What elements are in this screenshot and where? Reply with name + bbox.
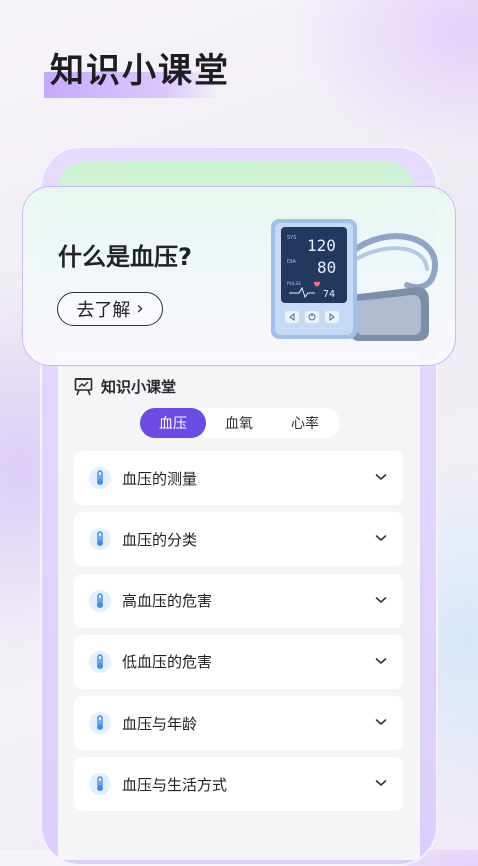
list-item-label: 血压的分类: [122, 530, 198, 549]
chevron-down-icon[interactable]: [375, 471, 387, 483]
list-item-hypotension-harm[interactable]: 低血压的危害: [74, 634, 403, 689]
section-title: 知识小课堂: [101, 378, 177, 396]
hero-card[interactable]: 什么是血压? 去了解 › SYS 120 DIA 80 PULSE 74: [22, 186, 456, 366]
list-item-bp-lifestyle[interactable]: 血压与生活方式: [74, 757, 403, 812]
monitor-pulse-label: PULSE: [287, 281, 301, 287]
list-item-bp-measurement[interactable]: 血压的测量: [74, 451, 403, 505]
thermometer-icon: [89, 650, 111, 673]
chevron-down-icon[interactable]: [375, 532, 387, 544]
chevron-down-icon[interactable]: [375, 716, 387, 728]
blood-pressure-monitor-illustration: SYS 120 DIA 80 PULSE 74: [271, 219, 439, 341]
thermometer-icon: [89, 528, 111, 551]
monitor-sys-label: SYS: [287, 235, 296, 241]
learn-more-label: 去了解: [76, 300, 131, 321]
list-item-label: 高血压的危害: [122, 592, 213, 611]
list-item-bp-classification[interactable]: 血压的分类: [74, 512, 403, 567]
whiteboard-icon: [74, 378, 93, 396]
category-tabs: 血压 血氧 心率: [140, 408, 340, 438]
monitor-dia-label: DIA: [287, 259, 296, 265]
headline-block: 知识小课堂: [44, 46, 230, 102]
tab-blood-pressure[interactable]: 血压: [140, 408, 206, 438]
list-item-hypertension-harm[interactable]: 高血压的危害: [74, 573, 403, 628]
thermometer-icon: [89, 712, 111, 735]
topic-list: 血压的测量 血压的分类 高血压的危害 低血压的危害 血压与年龄 血压与生活方式: [74, 451, 403, 819]
section-header: 知识小课堂: [74, 376, 176, 397]
list-item-label: 血压与生活方式: [122, 775, 228, 794]
tab-blood-oxygen[interactable]: 血氧: [206, 408, 272, 438]
tab-heart-rate[interactable]: 心率: [272, 408, 338, 438]
chevron-down-icon[interactable]: [375, 594, 387, 606]
monitor-pulse-value: 74: [323, 289, 335, 300]
thermometer-icon: [89, 773, 111, 796]
chevron-right-icon: ›: [136, 298, 144, 319]
monitor-dia-value: 80: [317, 258, 336, 277]
learn-more-button[interactable]: 去了解 ›: [57, 292, 163, 326]
page-headline: 知识小课堂: [50, 51, 230, 91]
monitor-sys-value: 120: [307, 236, 336, 255]
list-item-label: 血压与年龄: [122, 714, 198, 733]
chevron-down-icon[interactable]: [375, 777, 387, 789]
list-item-label: 低血压的危害: [122, 653, 213, 672]
chevron-down-icon[interactable]: [375, 655, 387, 667]
thermometer-icon: [89, 589, 111, 612]
list-item-bp-age[interactable]: 血压与年龄: [74, 696, 403, 751]
thermometer-icon: [89, 467, 111, 489]
hero-title: 什么是血压?: [58, 243, 192, 271]
list-item-label: 血压的测量: [122, 469, 198, 488]
